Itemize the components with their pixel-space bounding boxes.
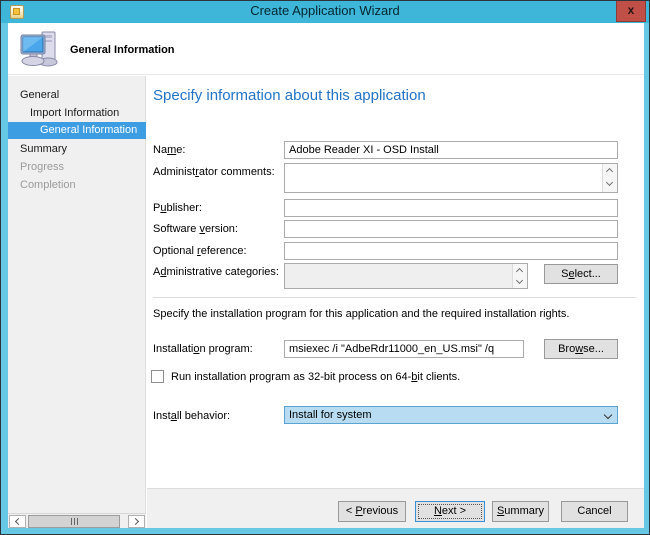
window-title: Create Application Wizard [1,3,649,18]
scroll-right-icon [132,518,139,525]
comments-scrollbar[interactable] [602,164,617,192]
software-version-label: Software version: [153,223,283,235]
close-button[interactable]: x [616,1,646,22]
nav-item-general[interactable]: General [8,87,146,104]
wizard-page-content: Specify information about this applicati… [147,76,644,528]
section-separator [153,297,636,298]
scrollbar-thumb[interactable] [28,515,120,528]
scroll-up-button[interactable] [603,164,617,178]
scroll-up-icon [606,168,613,175]
administrative-categories-box [284,263,528,289]
sidebar-horizontal-scrollbar[interactable] [8,513,146,528]
software-version-input[interactable] [284,220,618,238]
installation-instruction-text: Specify the installation program for thi… [153,308,634,320]
scroll-up-button [513,264,527,276]
nav-item-import-information[interactable]: Import Information [8,105,146,122]
nav-item-summary[interactable]: Summary [8,141,146,158]
run-32bit-checkbox-label: Run installation program as 32-bit proce… [171,371,460,383]
run-32bit-checkbox[interactable] [151,370,164,383]
select-button[interactable]: Select... [544,264,618,284]
administrator-comments-label: Administrator comments: [153,166,283,178]
nav-item-progress: Progress [8,159,146,176]
install-behavior-selected-value: Install for system [289,409,372,421]
previous-button[interactable]: < Previous [338,501,406,522]
close-icon: x [628,3,635,17]
scroll-right-button[interactable] [128,515,145,528]
publisher-label: Publisher: [153,202,283,214]
wizard-header: General Information [8,23,644,75]
cancel-button[interactable]: Cancel [561,501,628,522]
create-application-wizard-window: Create Application Wizard x G [0,0,650,535]
scroll-down-button[interactable] [603,178,617,192]
install-behavior-label: Install behavior: [153,410,283,422]
administrator-comments-textarea[interactable] [284,163,618,193]
footer-button-bar: < Previous Next > Summary Cancel [147,489,644,528]
administrative-categories-label: Administrative categories: [153,266,283,278]
categories-scrollbar [512,264,527,288]
page-heading: Specify information about this applicati… [153,87,426,104]
name-input[interactable] [284,141,618,159]
scroll-down-icon [606,179,613,186]
chevron-down-icon [604,411,612,419]
title-bar[interactable]: Create Application Wizard x [1,1,649,23]
nav-item-general-information[interactable]: General Information [8,122,146,139]
installation-program-input[interactable] [284,340,524,358]
optional-reference-label: Optional reference: [153,245,283,257]
name-label: Name: [153,144,283,156]
nav-item-completion: Completion [8,177,146,194]
install-behavior-dropdown[interactable]: Install for system [284,406,618,424]
optional-reference-input[interactable] [284,242,618,260]
wizard-nav-sidebar: General Import Information General Infor… [8,76,146,528]
next-button[interactable]: Next > [415,501,485,522]
scroll-left-icon [15,518,22,525]
header-title: General Information [70,44,175,56]
scroll-down-button [513,276,527,288]
summary-button[interactable]: Summary [492,501,549,522]
browse-button[interactable]: Browse... [544,339,618,359]
scroll-left-button[interactable] [9,515,26,528]
publisher-input[interactable] [284,199,618,217]
wizard-body: General Information General Import Infor… [8,23,644,528]
installation-program-label: Installation program: [153,343,283,355]
scroll-down-icon [516,277,523,284]
computer-icon [18,28,62,77]
scroll-up-icon [516,268,523,275]
